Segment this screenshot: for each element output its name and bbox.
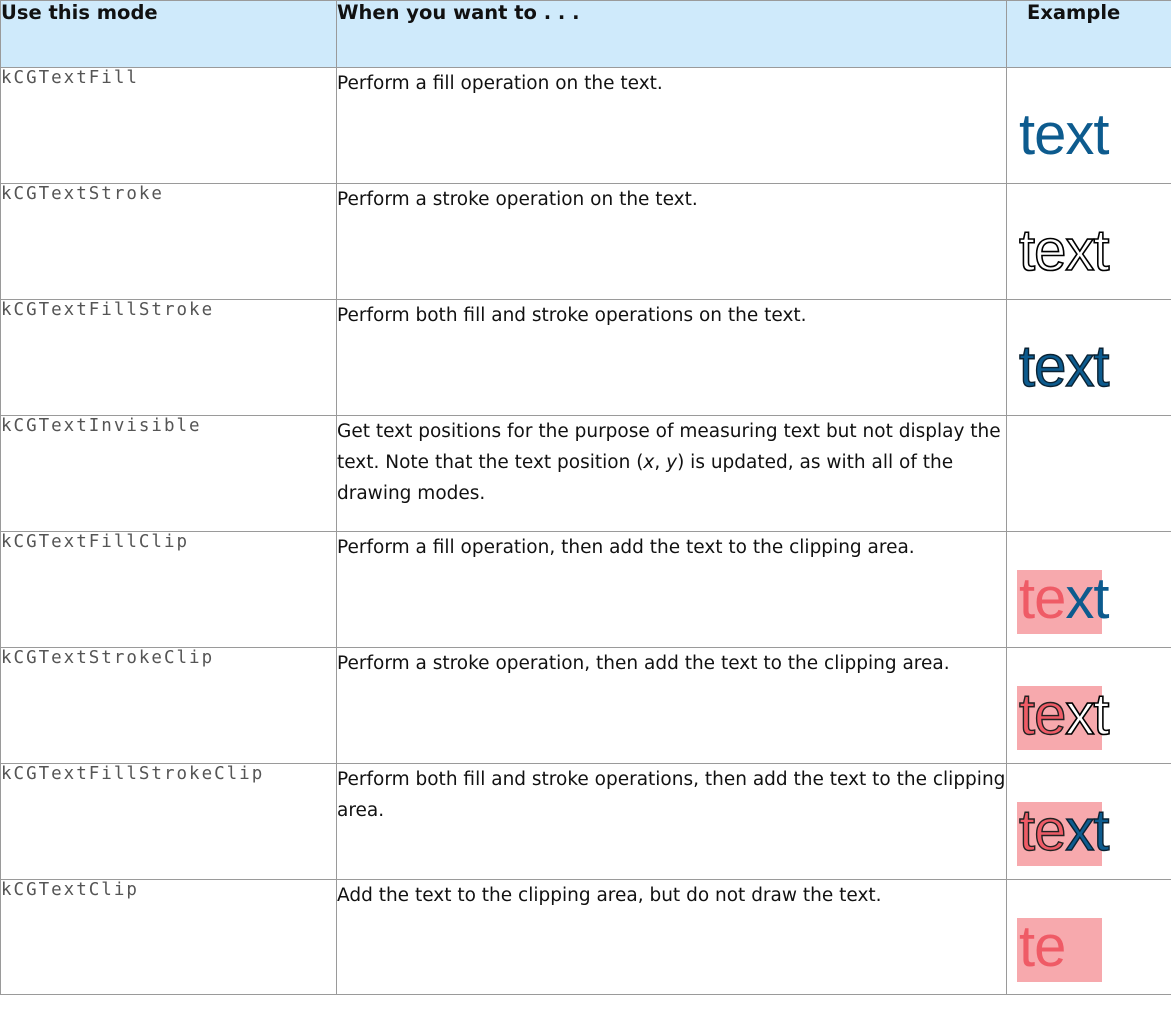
unclipped-part: xt: [1065, 566, 1109, 631]
mode-name: kCGTextClip: [0, 879, 337, 995]
header-example: Example: [1006, 0, 1171, 68]
mode-description: Perform both fill and stroke operations,…: [336, 763, 1007, 880]
table-row: kCGTextStrokeClip Perform a stroke opera…: [0, 647, 1171, 764]
example-cell: text: [1006, 531, 1171, 648]
mode-name: kCGTextInvisible: [0, 415, 337, 532]
example-stroke-clip-text: text: [1018, 685, 1110, 745]
clipped-part: te: [1019, 566, 1066, 631]
mode-name: kCGTextStroke: [0, 183, 337, 300]
example-fill-stroke-clip-text: text: [1018, 801, 1110, 860]
table-row: kCGTextFillStroke Perform both fill and …: [0, 299, 1171, 416]
mode-name: kCGTextFillStrokeClip: [0, 763, 337, 880]
example-cell: text: [1006, 647, 1171, 764]
desc-part: ,: [654, 452, 667, 473]
clipped-part: te: [1018, 798, 1067, 863]
drawing-modes-table: Use this mode When you want to . . . Exa…: [0, 0, 1171, 995]
mode-name: kCGTextFill: [0, 67, 337, 184]
example-cell: text: [1006, 183, 1171, 300]
unclipped-part: xt: [1065, 682, 1111, 747]
example-cell: te: [1006, 879, 1171, 995]
table-row: kCGTextInvisible Get text positions for …: [0, 415, 1171, 532]
mode-description: Perform both fill and stroke operations …: [336, 299, 1007, 416]
table-row: kCGTextFillStrokeClip Perform both fill …: [0, 763, 1171, 880]
mode-name: kCGTextFillClip: [0, 531, 337, 648]
desc-var-y: y: [666, 452, 678, 473]
mode-description: Add the text to the clipping area, but d…: [336, 879, 1007, 995]
header-when: When you want to . . .: [336, 0, 1007, 68]
mode-description: Perform a stroke operation, then add the…: [336, 647, 1007, 764]
mode-description: Perform a fill operation on the text.: [336, 67, 1007, 184]
example-cell: text: [1006, 763, 1171, 880]
mode-description: Perform a stroke operation on the text.: [336, 183, 1007, 300]
mode-description: Perform a fill operation, then add the t…: [336, 531, 1007, 648]
table-header-row: Use this mode When you want to . . . Exa…: [0, 0, 1171, 68]
example-cell: text: [1006, 299, 1171, 416]
example-cell-empty: [1006, 415, 1171, 532]
example-stroke-text: text: [1018, 218, 1110, 283]
example-fill-clip-text: text: [1019, 570, 1110, 628]
example-cell: text: [1006, 67, 1171, 184]
example-clip-text: te: [1019, 914, 1066, 979]
table-row: kCGTextStroke Perform a stroke operation…: [0, 183, 1171, 300]
mode-name: kCGTextStrokeClip: [0, 647, 337, 764]
table-row: kCGTextFill Perform a fill operation on …: [0, 67, 1171, 184]
mode-description: Get text positions for the purpose of me…: [336, 415, 1007, 532]
clipped-part: te: [1018, 682, 1067, 747]
example-fill-text: text: [1019, 102, 1109, 167]
mode-name: kCGTextFillStroke: [0, 299, 337, 416]
unclipped-part: xt: [1065, 798, 1111, 863]
desc-var-x: x: [643, 452, 655, 473]
header-mode: Use this mode: [0, 0, 337, 68]
example-fill-stroke-text: text: [1018, 334, 1110, 399]
table-row: kCGTextFillClip Perform a fill operation…: [0, 531, 1171, 648]
table-row: kCGTextClip Add the text to the clipping…: [0, 879, 1171, 995]
